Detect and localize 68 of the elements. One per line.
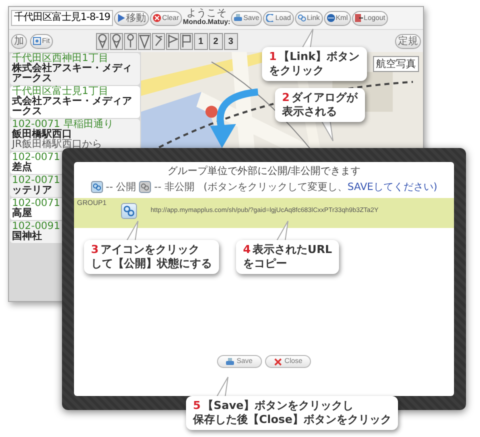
step-number: 3 xyxy=(91,243,99,257)
item-title: 国神社 xyxy=(12,232,43,242)
dialog-heading: グループ単位で外部に公開/非公開できます xyxy=(167,164,361,178)
legend-label: -- 非公開 xyxy=(154,180,195,194)
printer-icon xyxy=(234,14,242,22)
marker-button[interactable] xyxy=(110,32,123,50)
sidebar-item[interactable]: 102-0071 高屋 xyxy=(10,198,64,220)
save-hint-link[interactable]: SAVEしてください) xyxy=(347,182,438,193)
marker-button[interactable] xyxy=(152,32,165,50)
private-link-icon xyxy=(139,181,152,193)
item-address: 千代田区富士見1丁目 xyxy=(12,87,108,97)
marker-button[interactable]: 1 xyxy=(194,32,208,50)
address-field[interactable]: 千代田区富士見1-8-19 xyxy=(11,10,114,26)
marker-button[interactable] xyxy=(180,32,193,50)
item-title: 高屋 xyxy=(12,209,33,219)
callout-line: 【Link】ボタン xyxy=(278,50,360,64)
marker-button[interactable] xyxy=(166,32,179,50)
legend-label: -- 公開 xyxy=(106,181,136,194)
marker-button[interactable] xyxy=(96,32,109,50)
ruler-button[interactable]: 定規 xyxy=(395,34,421,48)
item-address: 102-0071 xyxy=(12,176,62,186)
step-number: 4 xyxy=(243,243,251,257)
close-icon xyxy=(274,358,282,366)
marker-button[interactable] xyxy=(138,32,151,50)
marker-button[interactable] xyxy=(124,32,137,50)
link-icon xyxy=(298,14,306,22)
item-title: 差点 xyxy=(12,163,33,173)
printer-icon xyxy=(226,358,234,366)
sidebar-item[interactable]: 千代田区西神田1丁目 株式会社アスキー・メディアークス xyxy=(10,53,140,85)
item-title: 株式会社アスキー・メディアークス xyxy=(12,64,133,84)
sidebar-item[interactable]: 102-0071 早稲田通り 飯田橋駅西口 JR飯田橋駅西口から xyxy=(10,119,140,151)
item-address: 102-0071 早稲田通り xyxy=(12,120,114,130)
step-number: 2 xyxy=(282,91,290,105)
sidebar-item[interactable]: 102-0071 差点 xyxy=(10,152,64,174)
curved-arrow-icon xyxy=(210,88,258,148)
sidebar-item[interactable]: 102-0091 国神社 xyxy=(10,221,64,243)
item-title: 飯田橋駅西口 xyxy=(12,130,72,140)
callout-line: アイコンをクリック xyxy=(100,243,200,257)
callout-line: をコピー xyxy=(243,257,287,271)
play-icon xyxy=(117,14,126,22)
item-note: JR飯田橋駅西口から xyxy=(12,140,103,150)
item-title: 式会社アスキー・メディアークス xyxy=(12,97,133,117)
item-address: 102-0091 xyxy=(12,222,62,232)
fit-icon xyxy=(33,37,41,45)
callout-line: 表示される xyxy=(282,105,337,119)
step-number: 1 xyxy=(269,50,277,64)
callout-line: ダイアログが xyxy=(292,91,358,105)
toolbar-button[interactable]: 加 xyxy=(11,34,27,48)
legend-hint: (ボタンをクリックして変更し、SAVEしてください) xyxy=(204,180,438,194)
callout-line: 表示されたURL xyxy=(252,243,332,257)
callout-line: 保存した後【Close】ボタンをクリック xyxy=(193,413,392,427)
callout-line: をクリック xyxy=(269,64,324,78)
clear-icon xyxy=(153,14,162,22)
sidebar-item[interactable]: 千代田区富士見1丁目 式会社アスキー・メディアークス xyxy=(10,86,140,118)
public-link-icon xyxy=(90,181,103,193)
toolbar-button[interactable]: 移動 xyxy=(114,10,150,26)
visibility-toggle-button[interactable] xyxy=(120,203,137,219)
aerial-photo-button[interactable]: 航空写真 xyxy=(373,56,419,72)
welcome-text: ようこそ xyxy=(186,9,227,18)
callout-line: して【公開】状態にする xyxy=(91,257,212,271)
item-address: 千代田区西神田1丁目 xyxy=(12,54,108,64)
marker-button[interactable]: 3 xyxy=(224,32,238,50)
item-address: 102-0071 xyxy=(12,153,62,163)
item-title: ッテリア xyxy=(12,186,53,196)
sidebar-item[interactable]: 102-0071 ッテリア xyxy=(10,175,64,197)
step-number: 5 xyxy=(193,399,201,413)
marker-button[interactable]: 2 xyxy=(208,32,223,50)
callout-line: 【Save】ボタンをクリックし xyxy=(202,399,354,413)
